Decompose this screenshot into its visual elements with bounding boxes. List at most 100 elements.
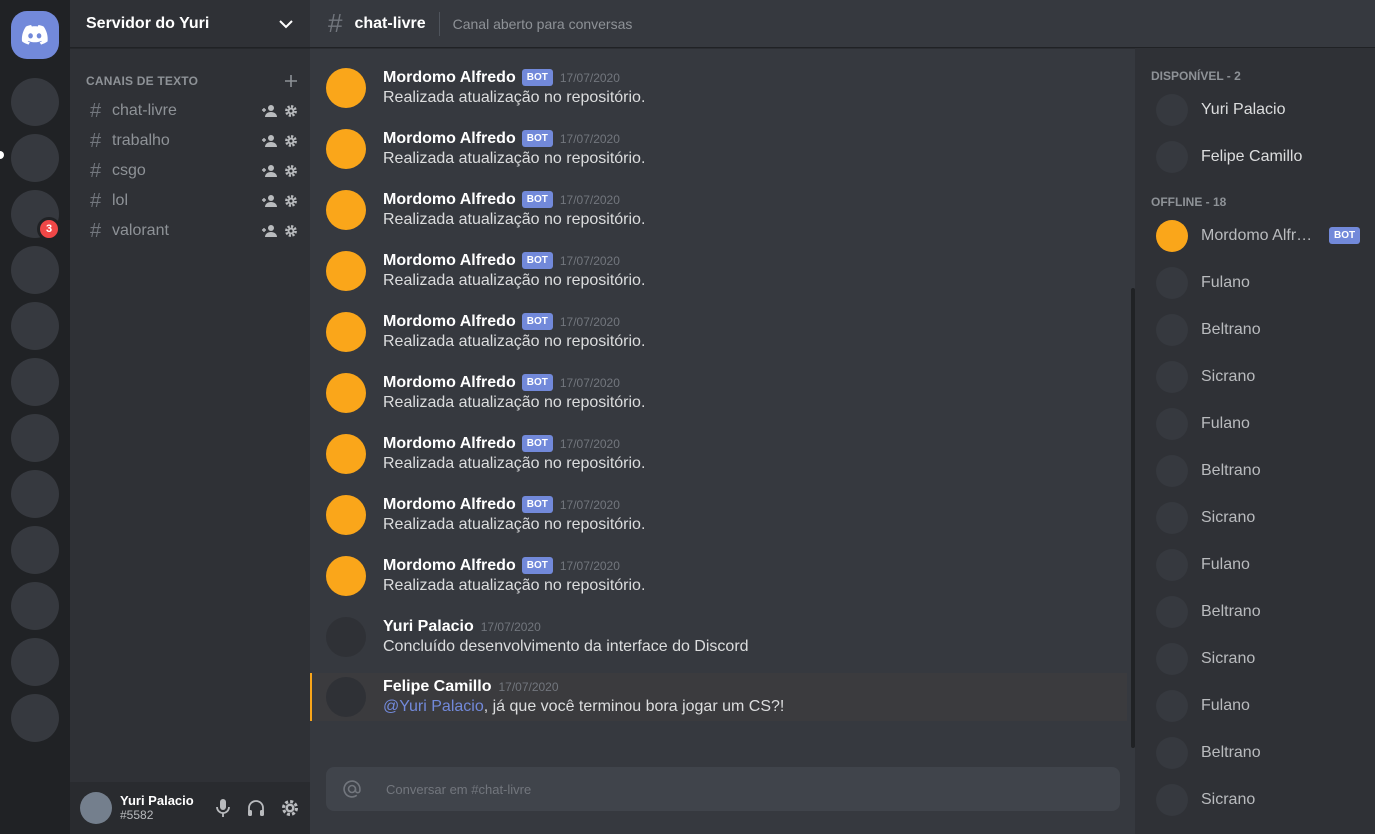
gear-icon[interactable]: [284, 224, 298, 238]
member-item[interactable]: Fulano: [1135, 400, 1375, 447]
avatar[interactable]: [326, 616, 366, 657]
chat-message[interactable]: Mordomo AlfredoBOT17/07/2020Realizada at…: [310, 48, 1135, 57]
server-icon[interactable]: [11, 414, 59, 462]
server-icon[interactable]: [11, 694, 59, 742]
avatar[interactable]: [326, 250, 366, 291]
at-sign-icon[interactable]: [342, 779, 362, 799]
user-mention[interactable]: @Yuri Palacio: [383, 698, 484, 715]
avatar[interactable]: [326, 555, 366, 596]
member-name: Beltrano: [1201, 461, 1261, 479]
member-name: Fulano: [1201, 555, 1250, 573]
channel-item[interactable]: # trabalho: [70, 126, 310, 156]
server-icon[interactable]: [11, 78, 59, 126]
message-author[interactable]: Mordomo Alfredo: [383, 252, 516, 270]
invite-icon[interactable]: [262, 134, 278, 148]
invite-icon[interactable]: [262, 224, 278, 238]
avatar[interactable]: [326, 433, 366, 474]
server-icon[interactable]: [11, 358, 59, 406]
channel-item[interactable]: # chat-livre: [70, 96, 310, 126]
member-item[interactable]: Yuri Palacio: [1135, 86, 1375, 133]
channel-item[interactable]: # csgo: [70, 156, 310, 186]
message-author[interactable]: Mordomo Alfredo: [383, 557, 516, 575]
message-author[interactable]: Mordomo Alfredo: [383, 435, 516, 453]
chat-scrollbar[interactable]: [1131, 288, 1135, 748]
avatar[interactable]: [326, 67, 366, 108]
member-item[interactable]: Fulano: [1135, 541, 1375, 588]
message-author[interactable]: Mordomo Alfredo: [383, 496, 516, 514]
message-content: Realizada atualização no repositório.: [383, 577, 645, 595]
avatar[interactable]: [326, 189, 366, 230]
server-icon[interactable]: [11, 302, 59, 350]
gear-icon[interactable]: [284, 104, 298, 118]
chat-message[interactable]: Mordomo AlfredoBOT17/07/2020Realizada at…: [310, 57, 1135, 118]
chat-message[interactable]: Mordomo AlfredoBOT17/07/2020Realizada at…: [310, 484, 1135, 545]
message-author[interactable]: Mordomo Alfredo: [383, 191, 516, 209]
member-item[interactable]: Sicrano: [1135, 635, 1375, 682]
message-input[interactable]: [384, 780, 1048, 798]
chat-panel: Mordomo Alfredo BOT 17/07/2020 Realizada at…: [310, 48, 1135, 834]
member-item[interactable]: Felipe Camillo: [1135, 133, 1375, 180]
server-icon[interactable]: [11, 582, 59, 630]
message-author[interactable]: Mordomo Alfredo: [383, 69, 516, 87]
chat-message[interactable]: Mordomo AlfredoBOT17/07/2020Realizada at…: [310, 179, 1135, 240]
text-channels-category[interactable]: CANAIS DE TEXTO: [70, 74, 310, 88]
member-item[interactable]: Fulano: [1135, 682, 1375, 729]
gear-icon[interactable]: [284, 194, 298, 208]
server-icon[interactable]: [11, 526, 59, 574]
member-name: Sicrano: [1201, 649, 1256, 667]
gear-icon[interactable]: [284, 164, 298, 178]
microphone-icon[interactable]: [214, 798, 232, 818]
chat-message[interactable]: Yuri Palacio 17/07/2020 Concluído desenvol…: [310, 606, 1135, 667]
avatar[interactable]: [326, 494, 366, 535]
invite-icon[interactable]: [262, 194, 278, 208]
gear-icon[interactable]: [284, 134, 298, 148]
avatar[interactable]: [326, 677, 366, 717]
avatar[interactable]: [326, 372, 366, 413]
member-item[interactable]: Mordomo Alfredo BOT: [1135, 212, 1375, 259]
message-body: Mordomo Alfredo BOT 17/07/2020 Realizada at…: [383, 252, 645, 290]
chat-message[interactable]: Mordomo AlfredoBOT17/07/2020Realizada at…: [310, 240, 1135, 301]
server-header[interactable]: Servidor do Yuri: [70, 0, 310, 48]
invite-icon[interactable]: [262, 104, 278, 118]
chat-message[interactable]: Mordomo AlfredoBOT17/07/2020Realizada at…: [310, 545, 1135, 606]
member-item[interactable]: Sicrano: [1135, 353, 1375, 400]
member-item[interactable]: Fulano: [1135, 259, 1375, 306]
hashtag-icon: #: [90, 129, 102, 152]
message-author[interactable]: Mordomo Alfredo: [383, 313, 516, 331]
discord-home-button[interactable]: [11, 11, 59, 59]
message-author[interactable]: Felipe Camillo: [383, 678, 491, 696]
member-item[interactable]: Sicrano: [1135, 776, 1375, 823]
member-name: Sicrano: [1201, 508, 1256, 526]
server-icon[interactable]: [11, 134, 59, 182]
message-author[interactable]: Mordomo Alfredo: [383, 374, 516, 392]
add-channel-icon[interactable]: [284, 74, 298, 88]
server-icon[interactable]: [11, 246, 59, 294]
avatar[interactable]: [80, 792, 112, 824]
chat-message[interactable]: Mordomo AlfredoBOT17/07/2020Realizada at…: [310, 362, 1135, 423]
server-icon[interactable]: [11, 638, 59, 686]
gear-icon[interactable]: [280, 798, 300, 818]
message-author[interactable]: Mordomo Alfredo: [383, 130, 516, 148]
member-item[interactable]: Beltrano: [1135, 447, 1375, 494]
channel-item[interactable]: # valorant: [70, 216, 310, 246]
channel-item[interactable]: # lol: [70, 186, 310, 216]
message-author[interactable]: Yuri Palacio: [383, 618, 474, 636]
bot-badge: BOT: [521, 313, 553, 330]
server-icon[interactable]: [11, 470, 59, 518]
chat-message[interactable]: Mordomo AlfredoBOT17/07/2020Realizada at…: [310, 423, 1135, 484]
channel-actions: [262, 194, 298, 208]
member-item[interactable]: Beltrano: [1135, 588, 1375, 635]
member-item[interactable]: Beltrano: [1135, 306, 1375, 353]
chat-message[interactable]: Mordomo AlfredoBOT17/07/2020Realizada at…: [310, 301, 1135, 362]
invite-icon[interactable]: [262, 164, 278, 178]
mention-message[interactable]: Felipe Camillo 17/07/2020 @Yuri Palacio, j…: [310, 673, 1127, 721]
avatar: [1156, 407, 1188, 440]
headphones-icon[interactable]: [246, 798, 266, 818]
chat-message[interactable]: Mordomo AlfredoBOT17/07/2020Realizada at…: [310, 118, 1135, 179]
message-content: Realizada atualização no repositório.: [383, 89, 645, 107]
avatar[interactable]: [326, 311, 366, 352]
message-list[interactable]: Mordomo Alfredo BOT 17/07/2020 Realizada at…: [310, 48, 1135, 728]
member-item[interactable]: Sicrano: [1135, 494, 1375, 541]
member-item[interactable]: Beltrano: [1135, 729, 1375, 776]
avatar[interactable]: [326, 128, 366, 169]
